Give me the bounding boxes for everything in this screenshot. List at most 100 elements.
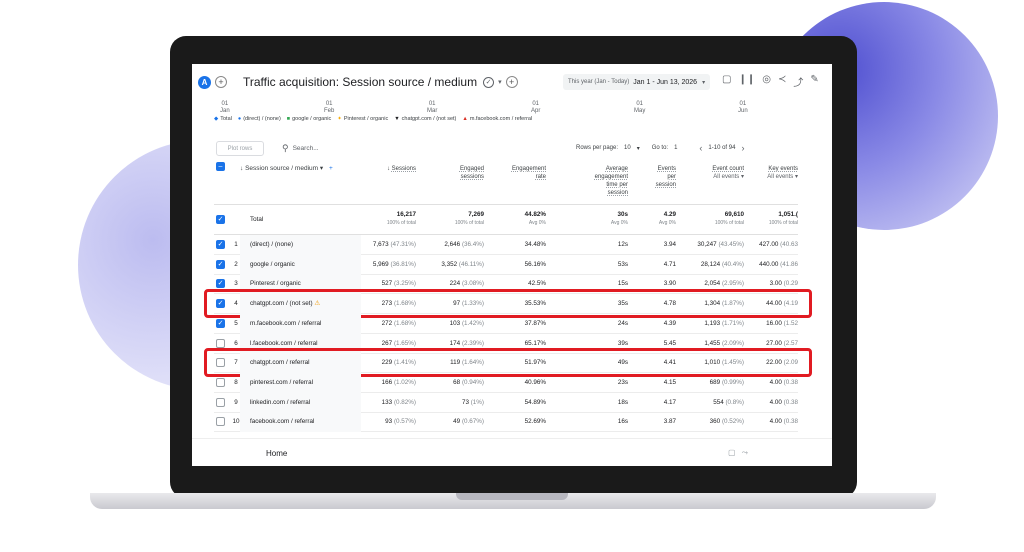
row-source[interactable]: facebook.com / referral (250, 418, 314, 425)
date-range-label: This year (Jan - Today) (568, 79, 630, 85)
table-row[interactable]: 9 linkedin.com / referral 133 (0.82%) 73 (1… (214, 392, 798, 413)
prev-page-icon[interactable]: ‹ (699, 143, 702, 153)
total-key-events: 1,051.(100% of total (768, 211, 798, 226)
row-source[interactable]: google / organic (250, 261, 295, 268)
total-event-count: 69,610 100% of total (714, 211, 744, 226)
row-sessions: 7,673 (47.31%) (372, 241, 416, 248)
add-button[interactable]: + (505, 76, 518, 88)
events-per-session-column-header[interactable]: Events per session (634, 165, 676, 189)
row-index: 6 (234, 339, 238, 347)
legend-label: chatgpt.com / (not set) (401, 116, 457, 122)
key-events-column-header[interactable]: Key events All events ▾ (744, 165, 798, 181)
go-to-input[interactable]: 1 (674, 145, 677, 151)
row-checkbox[interactable] (216, 338, 225, 348)
row-index: 2 (234, 260, 238, 268)
legend-item[interactable]: ▼ chatgpt.com / (not set) (394, 116, 456, 122)
add-comparison-button[interactable]: + (215, 76, 227, 88)
account-avatar[interactable]: A (198, 75, 211, 89)
square-icon: ■ (286, 116, 291, 122)
row-avg-time: 15s (617, 280, 628, 288)
total-engagement-rate: 44.82% Avg 0% (524, 211, 546, 226)
row-checkbox[interactable] (216, 397, 225, 407)
timeline-tick: 01 Feb (324, 101, 335, 114)
header-label-line: Events (657, 166, 676, 172)
home-link[interactable]: Home (266, 449, 287, 458)
dimension-column-header[interactable]: ↓ Session source / medium ▾ + (240, 165, 333, 173)
key-events-filter-label: All events (767, 174, 794, 180)
edit-icon[interactable]: ✎ (810, 74, 818, 89)
row-avg-time: 18s (617, 398, 628, 406)
legend-item[interactable]: ■ google / organic (287, 116, 331, 122)
legend-item[interactable]: ▲ m.facebook.com / referral (462, 116, 532, 122)
chevron-down-icon: ▾ (319, 165, 324, 172)
row-events-per-session: 5.45 (663, 339, 676, 347)
check-status-icon: ✓ (483, 76, 495, 88)
table-row[interactable]: ✓ 2 google / organic 5,969 (36.81%) 3,352 (4… (214, 254, 798, 275)
engagement-rate-column-header[interactable]: Engagement rate (496, 165, 546, 181)
event-count-column-header[interactable]: Event count All events ▾ (684, 165, 744, 181)
row-checkbox[interactable] (216, 377, 225, 387)
row-checkbox[interactable]: ✓ (216, 279, 225, 289)
row-avg-time: 24s (617, 319, 628, 327)
row-source[interactable]: pinterest.com / referral (250, 379, 313, 386)
timeline-tick: 01 May (634, 101, 646, 114)
date-range-value: Jan 1 - Jun 13, 2026 (633, 78, 698, 86)
trend-icon[interactable]: ⤴ (793, 74, 803, 89)
row-event-count: 689 (0.99%) (709, 378, 744, 386)
compare-icon[interactable]: ❙❙ (738, 74, 755, 89)
comment-icon[interactable]: ▢ (722, 74, 731, 89)
row-source[interactable]: l.facebook.com / referral (250, 340, 318, 347)
engaged-sessions-column-header[interactable]: Engaged sessions (442, 165, 484, 181)
header-label-line: Engagement (511, 166, 546, 172)
select-all-checkbox[interactable]: – (216, 162, 225, 171)
row-source[interactable]: Pinterest / organic (250, 280, 301, 287)
search-input[interactable]: Search... (293, 145, 319, 152)
table-row[interactable]: ✓ 1 (direct) / (none) 7,673 (47.31%) 2,646 (… (214, 235, 798, 255)
row-source[interactable]: m.facebook.com / referral (250, 320, 321, 327)
row-sessions: 267 (1.65%) (381, 339, 416, 347)
table-row[interactable]: ✓ 5 m.facebook.com / referral 272 (1.68%) 10… (214, 313, 798, 334)
row-engaged: 103 (1.42%) (449, 319, 484, 327)
share-icon[interactable]: ≺ (778, 74, 786, 89)
sort-arrow-icon: ↓ (240, 165, 244, 172)
header-label-line: sessions (460, 174, 484, 180)
header-label-line: engagement (594, 174, 628, 180)
legend-item[interactable]: ● (direct) / (none) (238, 116, 281, 122)
row-engagement-rate: 37.87% (524, 319, 546, 327)
legend-item[interactable]: ✦ Pinterest / organic (337, 116, 388, 122)
row-engagement-rate: 40.96% (524, 378, 546, 386)
add-dimension-icon[interactable]: + (329, 165, 333, 172)
row-key-events: 4.00 (0.38 (769, 378, 798, 386)
row-avg-time: 12s (617, 241, 628, 248)
avg-engagement-time-column-header[interactable]: Average engagement time per session (584, 165, 628, 197)
rows-per-page-select[interactable]: 10 (624, 145, 631, 151)
plot-rows-button[interactable]: Plot rows (216, 141, 264, 156)
row-checkbox[interactable]: ✓ (216, 240, 225, 249)
timeline-tick: 01 Apr (531, 101, 541, 114)
row-source[interactable]: (direct) / (none) (250, 241, 293, 248)
row-event-count: 1,455 (2.09%) (704, 339, 744, 347)
table-row[interactable]: 8 pinterest.com / referral 166 (1.02%) 68 (… (214, 372, 798, 393)
next-page-icon[interactable]: › (741, 143, 744, 153)
table-row[interactable]: 10 facebook.com / referral 93 (0.57%) 49 (0… (214, 412, 798, 433)
row-checkbox[interactable]: ✓ (216, 259, 225, 269)
date-range-picker[interactable]: This year (Jan - Today) Jan 1 - Jun 13, … (563, 74, 711, 90)
insights-icon[interactable]: ⤳ (742, 448, 748, 458)
chevron-down-icon[interactable]: ▾ (637, 145, 640, 152)
footer-bar: Home ▢ ⤳ (192, 438, 832, 466)
header-label-line: Engaged (459, 166, 484, 172)
row-source[interactable]: linkedin.com / referral (250, 399, 310, 406)
comment-icon[interactable]: ▢ (728, 448, 736, 458)
totals-checkbox[interactable]: ✓ (216, 215, 225, 224)
header-label-line: session (655, 182, 676, 188)
search-box[interactable]: ⚲ Search... (282, 143, 319, 154)
row-sessions: 5,969 (36.81%) (372, 260, 416, 268)
row-index: 10 (232, 418, 240, 426)
chevron-down-icon[interactable]: ▾ (498, 78, 502, 86)
legend-item[interactable]: ◆ Total (214, 116, 232, 122)
row-checkbox[interactable] (216, 417, 225, 427)
row-checkbox[interactable]: ✓ (216, 318, 225, 328)
go-to-label: Go to: (651, 145, 669, 151)
sessions-column-header[interactable]: ↓ Sessions (374, 165, 416, 173)
insights-icon[interactable]: ◎ (762, 74, 771, 89)
